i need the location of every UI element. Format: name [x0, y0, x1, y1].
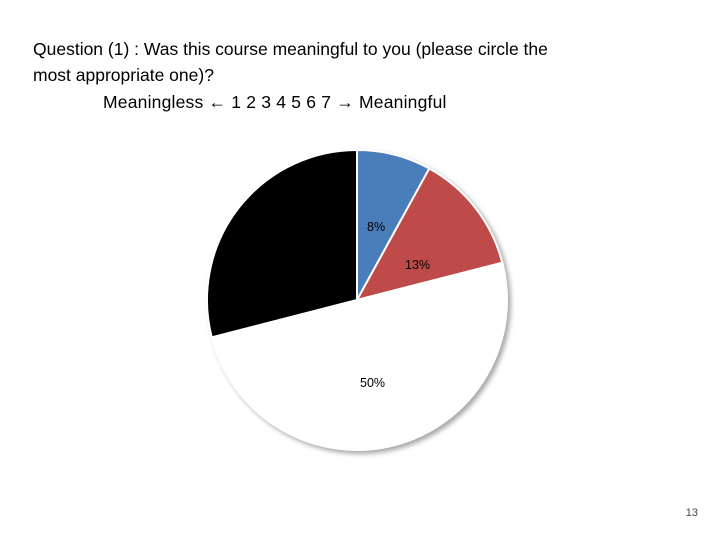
pie-chart: 8% 13% 50% [205, 148, 515, 468]
pie-svg [206, 148, 508, 451]
pie-graphic: 8% 13% 50% [205, 148, 515, 458]
pie-label-3: 50% [360, 376, 386, 390]
rating-scale-line: Meaningless ← 1 2 3 4 5 6 7 → Meaningful [103, 92, 447, 112]
question-line-2: most appropriate one)? [33, 65, 214, 85]
pie-label-2: 13% [405, 258, 431, 272]
page-number: 13 [685, 507, 698, 519]
question-text: Question (1) : Was this course meaningfu… [33, 36, 693, 115]
slide: Question (1) : Was this course meaningfu… [0, 0, 720, 540]
pie-slices-group [206, 148, 508, 451]
pie-label-1: 8% [367, 220, 386, 234]
question-line-1: Question (1) : Was this course meaningfu… [33, 39, 548, 59]
